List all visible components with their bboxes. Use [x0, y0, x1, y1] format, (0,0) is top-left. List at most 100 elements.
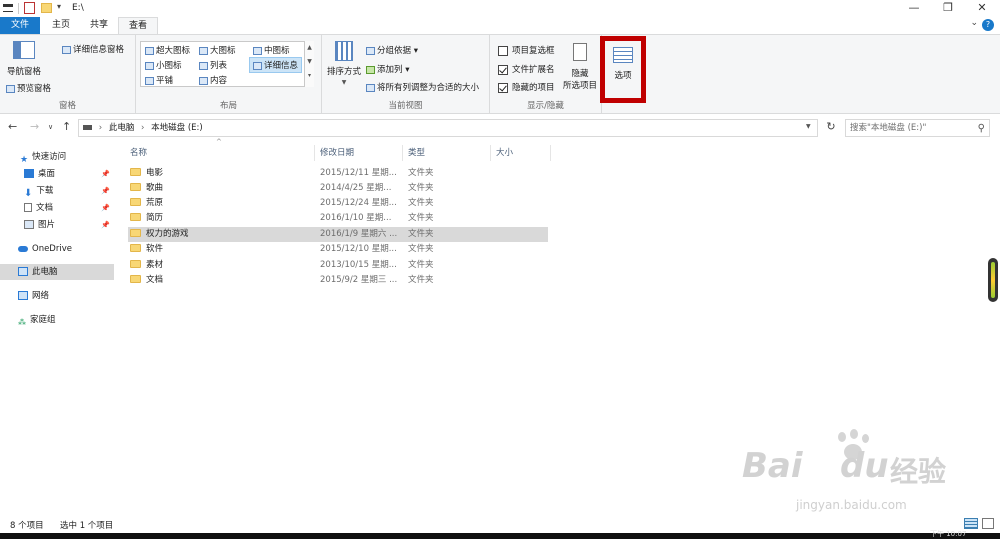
column-header-size[interactable]: 大小: [492, 146, 548, 160]
forward-icon[interactable]: →: [30, 120, 39, 133]
breadcrumb-drive-e[interactable]: 本地磁盘 (E:): [151, 123, 203, 133]
chevron-down-icon: ▼: [341, 79, 347, 86]
layout-list[interactable]: 列表: [199, 59, 227, 71]
details-view-icon[interactable]: [964, 518, 978, 529]
new-folder-icon[interactable]: [41, 3, 52, 13]
navigation-pane: ★ 快速访问 桌面 📌 ⬇ 下载 📌 文档 📌 图片 📌 OneDrive 此电脑 网络 ⁂…: [0, 141, 118, 515]
close-button[interactable]: ✕: [966, 0, 998, 17]
up-icon[interactable]: ↑: [62, 120, 71, 133]
column-divider[interactable]: [314, 145, 315, 161]
back-icon[interactable]: ←: [8, 120, 17, 133]
checkbox[interactable]: [498, 45, 508, 56]
maximize-button[interactable]: ❐: [932, 0, 964, 17]
search-input[interactable]: 搜索"本地磁盘 (E:)" ⚲: [845, 119, 990, 137]
file-extensions-toggle[interactable]: 文件扩展名: [498, 63, 555, 75]
sort-by-button[interactable]: 排序方式 ▼: [326, 41, 362, 91]
selected-count: 选中 1 个项目: [60, 521, 114, 531]
nav-quick-access[interactable]: ★ 快速访问: [20, 149, 134, 165]
table-row-selected[interactable]: 权力的游戏 2016/1/9 星期六 ... 文件夹: [128, 227, 548, 242]
folder-icon: [130, 274, 141, 283]
app-icon[interactable]: [3, 4, 13, 12]
layout-large-icons[interactable]: 大图标: [199, 44, 236, 56]
status-bar: 8 个项目 选中 1 个项目: [0, 515, 1000, 533]
layout-gallery-scroll[interactable]: ▲ ▼ ▾: [304, 41, 314, 87]
nav-pane-icon: [13, 41, 35, 59]
properties-icon[interactable]: [24, 2, 35, 14]
download-icon: ⬇: [24, 188, 33, 199]
layout-extra-large-icons[interactable]: 超大图标: [145, 44, 190, 56]
nav-documents[interactable]: 文档 📌: [24, 200, 114, 216]
large-icons-view-icon[interactable]: [982, 518, 994, 529]
minimize-button[interactable]: —: [898, 0, 930, 17]
column-divider[interactable]: [490, 145, 491, 161]
pin-icon[interactable]: 📌: [101, 200, 110, 216]
table-row[interactable]: 荒原 2015/12/24 星期... 文件夹: [128, 196, 548, 211]
recent-locations-icon[interactable]: ∨: [48, 123, 53, 131]
add-column-button[interactable]: 添加列 ▾: [366, 63, 409, 75]
fit-columns-label: 将所有列调整为合适的大小: [377, 83, 480, 93]
chevron-right-icon[interactable]: ›: [141, 123, 144, 133]
refresh-icon[interactable]: ↻: [822, 120, 840, 133]
address-bar[interactable]: › 此电脑 › 本地磁盘 (E:): [78, 119, 818, 137]
layout-medium-icons[interactable]: 中图标: [253, 44, 290, 56]
pin-icon[interactable]: 📌: [101, 166, 110, 182]
red-highlight-box: [600, 36, 646, 103]
preview-pane-button[interactable]: 预览窗格: [6, 82, 51, 94]
table-row[interactable]: 素材 2013/10/15 星期... 文件夹: [128, 258, 548, 273]
column-header-date[interactable]: 修改日期: [316, 146, 400, 160]
nav-onedrive[interactable]: OneDrive: [18, 241, 132, 257]
tab-file[interactable]: 文件: [0, 17, 40, 34]
chevron-down-icon[interactable]: ⌄: [970, 18, 978, 28]
nav-desktop[interactable]: 桌面 📌: [24, 166, 114, 182]
tab-share[interactable]: 共享: [80, 17, 118, 34]
nav-pane-button[interactable]: 导航窗格: [4, 41, 44, 77]
nav-network[interactable]: 网络: [18, 288, 132, 304]
column-header-type[interactable]: 类型: [404, 146, 490, 160]
nav-homegroup[interactable]: ⁂ 家庭组: [18, 312, 132, 328]
tab-view[interactable]: 查看: [118, 17, 158, 35]
title-bar: ▾ E:\ — ❐ ✕: [0, 0, 1000, 17]
customize-toolbar-icon[interactable]: ▾: [57, 2, 61, 14]
checkbox-checked[interactable]: [498, 64, 508, 75]
table-row[interactable]: 电影 2015/12/11 星期... 文件夹: [128, 166, 548, 181]
ribbon-tabs: 文件 主页 共享 查看 ⌄ ?: [0, 17, 1000, 35]
table-row[interactable]: 歌曲 2014/4/25 星期... 文件夹: [128, 181, 548, 196]
table-row[interactable]: 简历 2016/1/10 星期... 文件夹: [128, 211, 548, 226]
nav-pictures[interactable]: 图片 📌: [24, 217, 114, 233]
breadcrumb-this-pc[interactable]: 此电脑: [109, 123, 135, 133]
column-divider[interactable]: [550, 145, 551, 161]
drive-icon: [83, 125, 92, 130]
checkbox-checked[interactable]: [498, 82, 508, 93]
nav-this-pc[interactable]: 此电脑: [0, 264, 114, 280]
chevron-right-icon[interactable]: ›: [99, 123, 102, 133]
nav-downloads[interactable]: ⬇ 下载 📌: [24, 183, 114, 199]
chevron-down-icon[interactable]: ▼: [806, 123, 811, 130]
help-icon[interactable]: ?: [982, 19, 994, 31]
hidden-items-toggle[interactable]: 隐藏的项目: [498, 81, 555, 93]
tab-home[interactable]: 主页: [42, 17, 80, 34]
item-checkboxes-toggle[interactable]: 项目复选框: [498, 44, 555, 56]
file-date: 2015/9/2 星期三 ...: [320, 275, 398, 285]
table-row[interactable]: 文档 2015/9/2 星期三 ... 文件夹: [128, 273, 548, 288]
layout-tiles[interactable]: 平铺: [145, 74, 173, 86]
file-type: 文件夹: [408, 168, 434, 178]
volume-scroll-indicator[interactable]: [988, 258, 998, 302]
content-icon: [199, 76, 208, 85]
pin-icon[interactable]: 📌: [101, 183, 110, 199]
column-divider[interactable]: [402, 145, 403, 161]
item-checkboxes-label: 项目复选框: [512, 46, 555, 56]
layout-label: 列表: [210, 61, 228, 71]
column-header-name[interactable]: 名称: [126, 146, 312, 160]
pin-icon[interactable]: 📌: [101, 217, 110, 233]
fit-columns-button[interactable]: 将所有列调整为合适的大小: [366, 81, 479, 93]
details-pane-button[interactable]: 详细信息窗格: [62, 43, 124, 55]
folder-icon: [130, 228, 141, 237]
layout-content[interactable]: 内容: [199, 74, 227, 86]
table-row[interactable]: 软件 2015/12/10 星期... 文件夹: [128, 242, 548, 257]
homegroup-icon: ⁂: [18, 318, 26, 327]
hide-selected-button[interactable]: 隐藏 所选项目: [560, 43, 600, 95]
layout-small-icons[interactable]: 小图标: [145, 59, 182, 71]
group-by-button[interactable]: 分组依据 ▾: [366, 44, 418, 56]
layout-details[interactable]: 详细信息: [249, 57, 303, 73]
taskbar-clock[interactable]: 下午 10:07: [930, 530, 966, 538]
